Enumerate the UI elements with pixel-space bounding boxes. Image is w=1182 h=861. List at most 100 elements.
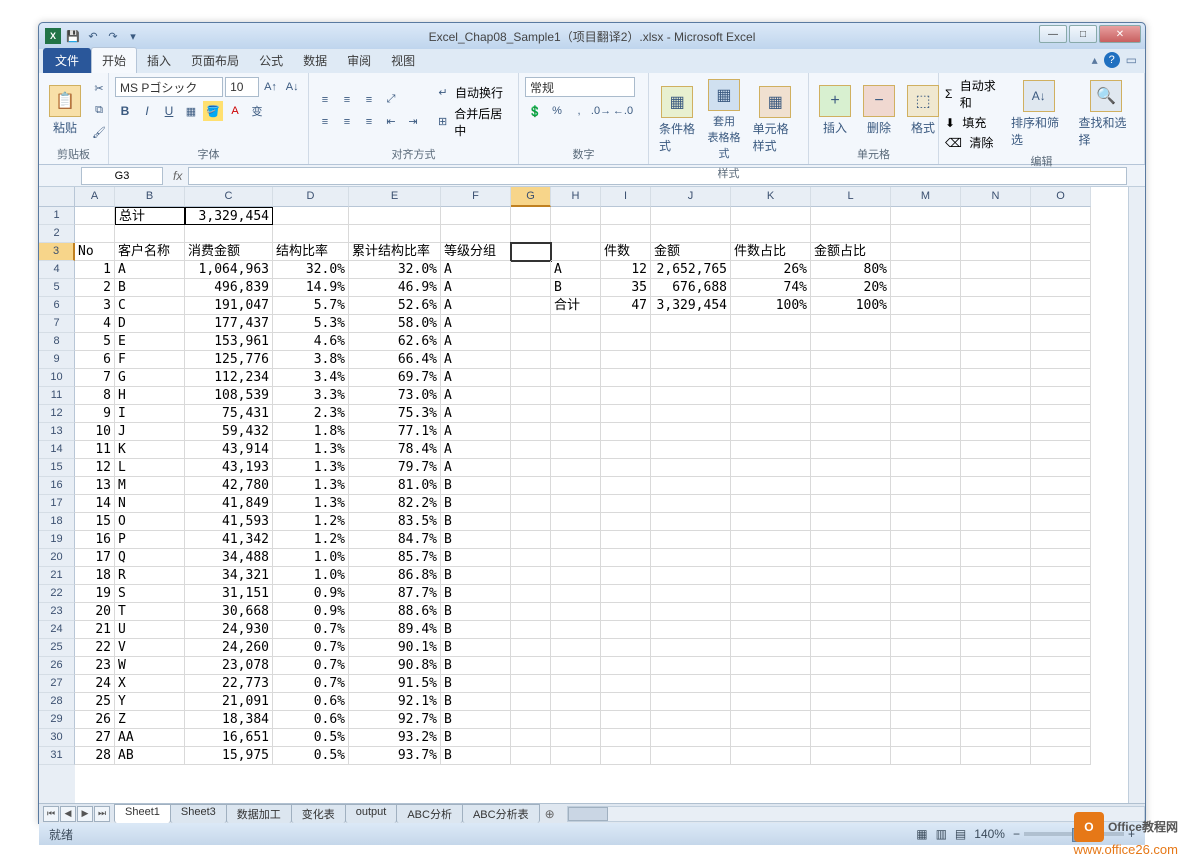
cell[interactable]: D <box>115 315 185 333</box>
cell[interactable] <box>811 567 891 585</box>
cell[interactable] <box>731 459 811 477</box>
cell[interactable] <box>811 387 891 405</box>
cell[interactable]: 0.7% <box>273 621 349 639</box>
cell[interactable] <box>651 729 731 747</box>
cell[interactable] <box>731 351 811 369</box>
row-header[interactable]: 9 <box>39 351 75 369</box>
increase-font-icon[interactable]: A↑ <box>261 77 281 97</box>
cell[interactable] <box>601 729 651 747</box>
cell[interactable]: 177,437 <box>185 315 273 333</box>
cell[interactable] <box>811 207 891 225</box>
select-all-corner[interactable] <box>39 187 75 207</box>
fill-button[interactable]: ⬇ 填充 <box>945 114 1003 131</box>
column-header[interactable]: L <box>811 187 891 207</box>
cell[interactable]: 12 <box>75 459 115 477</box>
cell[interactable]: L <box>115 459 185 477</box>
cell[interactable]: C <box>115 297 185 315</box>
cell[interactable]: 1.2% <box>273 513 349 531</box>
minimize-ribbon-icon[interactable]: ▴ <box>1092 53 1098 67</box>
cell[interactable] <box>551 513 601 531</box>
cell[interactable] <box>961 207 1031 225</box>
sheet-tab[interactable]: 变化表 <box>291 804 346 823</box>
cut-icon[interactable]: ✂ <box>89 79 109 99</box>
cell[interactable] <box>961 243 1031 261</box>
cell[interactable] <box>651 531 731 549</box>
cell[interactable] <box>731 585 811 603</box>
cell[interactable] <box>651 441 731 459</box>
delete-cells-button[interactable]: −删除 <box>859 83 899 138</box>
cell[interactable] <box>601 495 651 513</box>
cell[interactable] <box>1031 531 1091 549</box>
cell[interactable] <box>551 369 601 387</box>
cell[interactable]: 25 <box>75 693 115 711</box>
cell[interactable] <box>551 531 601 549</box>
cell[interactable]: 4.6% <box>273 333 349 351</box>
cell[interactable] <box>651 711 731 729</box>
cell[interactable]: 3.4% <box>273 369 349 387</box>
cell[interactable] <box>651 621 731 639</box>
cell[interactable]: 1.8% <box>273 423 349 441</box>
cell[interactable] <box>961 225 1031 243</box>
cell[interactable] <box>551 477 601 495</box>
cell[interactable] <box>1031 225 1091 243</box>
cell[interactable]: 0.9% <box>273 585 349 603</box>
cell[interactable]: 78.4% <box>349 441 441 459</box>
cell[interactable] <box>651 225 731 243</box>
cell[interactable]: 59,432 <box>185 423 273 441</box>
home-tab[interactable]: 开始 <box>91 47 137 73</box>
insert-cells-button[interactable]: +插入 <box>815 83 855 138</box>
cell[interactable] <box>891 279 961 297</box>
cell[interactable] <box>811 477 891 495</box>
cell[interactable] <box>891 459 961 477</box>
autosum-button[interactable]: Σ 自动求和 <box>945 77 1003 111</box>
sheet-tab[interactable]: output <box>345 804 398 823</box>
cell[interactable]: A <box>115 261 185 279</box>
cell[interactable] <box>891 207 961 225</box>
row-header[interactable]: 2 <box>39 225 75 243</box>
cell[interactable] <box>891 315 961 333</box>
cell[interactable] <box>731 423 811 441</box>
cell[interactable]: A <box>441 297 511 315</box>
cell[interactable] <box>511 603 551 621</box>
cell[interactable] <box>511 495 551 513</box>
decrease-font-icon[interactable]: A↓ <box>282 77 302 97</box>
cell[interactable]: 5 <box>75 333 115 351</box>
fx-icon[interactable]: fx <box>167 169 188 183</box>
cell[interactable] <box>891 243 961 261</box>
cell[interactable]: 62.6% <box>349 333 441 351</box>
cell[interactable]: 20 <box>75 603 115 621</box>
cell[interactable]: B <box>441 657 511 675</box>
cell[interactable] <box>961 729 1031 747</box>
row-header[interactable]: 26 <box>39 657 75 675</box>
cell[interactable] <box>651 405 731 423</box>
cell[interactable] <box>731 657 811 675</box>
cell[interactable] <box>511 315 551 333</box>
cell[interactable] <box>1031 711 1091 729</box>
cell[interactable] <box>731 711 811 729</box>
row-header[interactable]: 8 <box>39 333 75 351</box>
cell[interactable] <box>651 675 731 693</box>
cell[interactable] <box>651 513 731 531</box>
cell[interactable]: B <box>441 675 511 693</box>
cell[interactable] <box>551 639 601 657</box>
cell[interactable] <box>731 603 811 621</box>
cell[interactable]: 2,652,765 <box>651 261 731 279</box>
cell[interactable]: 32.0% <box>349 261 441 279</box>
cell[interactable] <box>511 639 551 657</box>
cell[interactable]: 88.6% <box>349 603 441 621</box>
cell[interactable] <box>511 747 551 765</box>
cell[interactable]: 26 <box>75 711 115 729</box>
column-header[interactable]: C <box>185 187 273 207</box>
cell[interactable] <box>601 603 651 621</box>
row-header[interactable]: 30 <box>39 729 75 747</box>
row-header[interactable]: 12 <box>39 405 75 423</box>
cell[interactable]: 90.8% <box>349 657 441 675</box>
cell[interactable] <box>961 351 1031 369</box>
cell[interactable] <box>961 693 1031 711</box>
cell[interactable] <box>349 225 441 243</box>
cell[interactable] <box>651 207 731 225</box>
cell[interactable]: B <box>441 711 511 729</box>
copy-icon[interactable]: ⧉ <box>89 101 109 121</box>
cell[interactable]: 100% <box>811 297 891 315</box>
cell[interactable]: B <box>441 693 511 711</box>
